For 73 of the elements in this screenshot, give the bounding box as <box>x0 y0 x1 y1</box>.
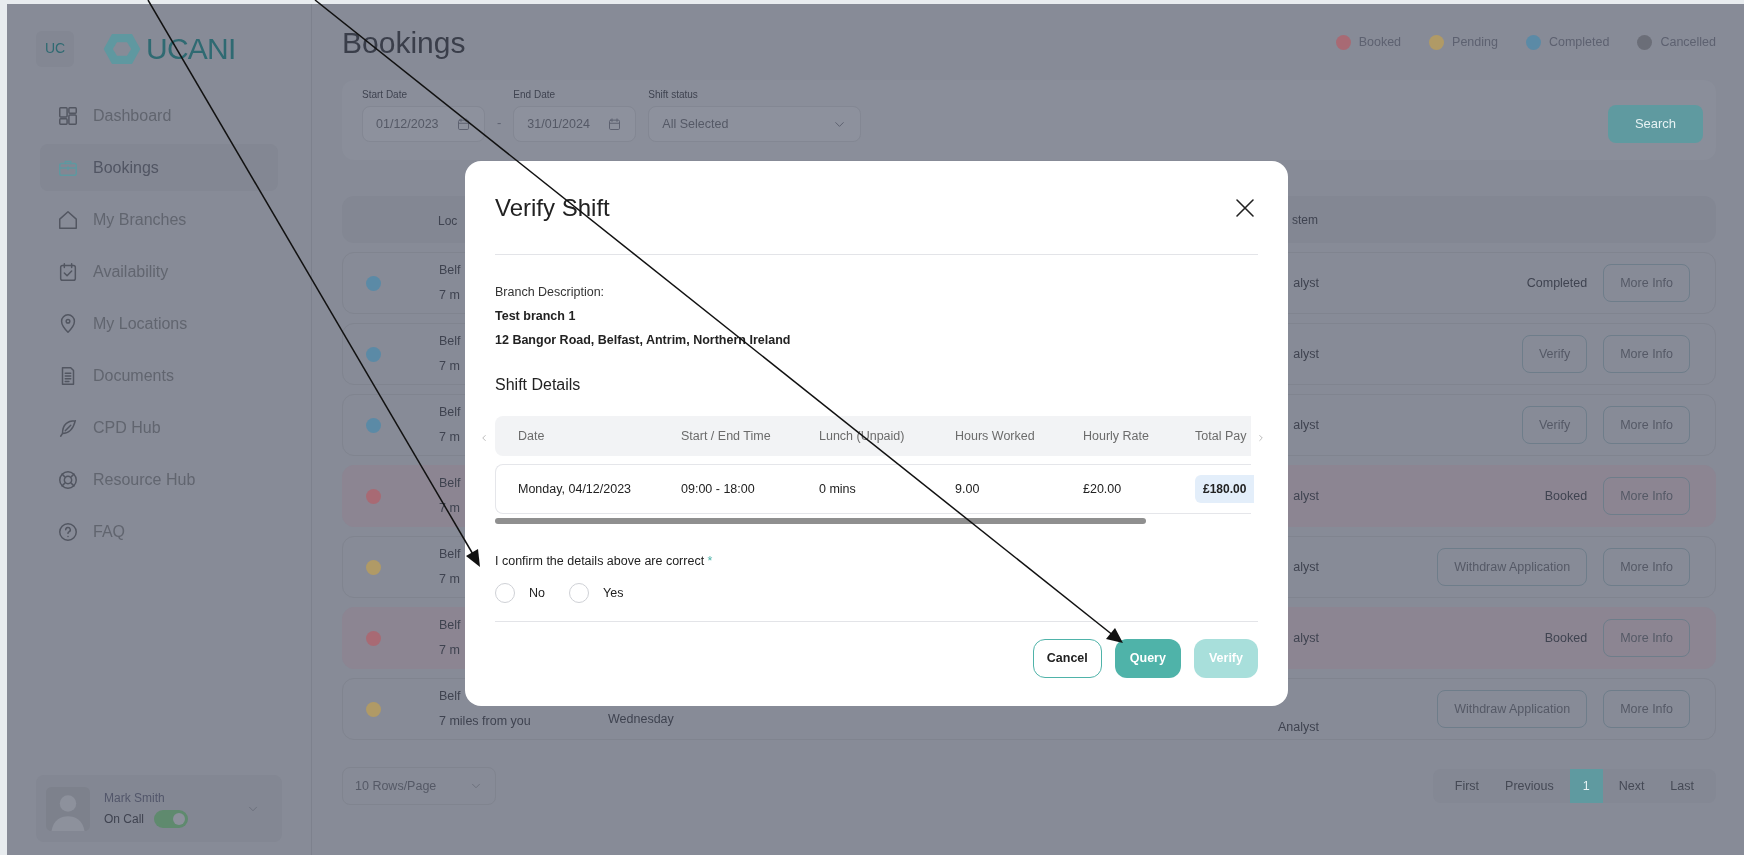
column-header: Start / End Time <box>681 427 772 445</box>
status-dropdown[interactable]: All Selected <box>648 106 862 142</box>
toggle-switch[interactable] <box>154 810 188 828</box>
pagination-button[interactable]: First <box>1444 769 1490 803</box>
initials-badge: UC <box>36 30 74 67</box>
user-status: On Call <box>104 811 144 828</box>
house-icon <box>57 208 79 231</box>
table-cell-text: Belf <box>439 617 461 635</box>
date-field[interactable]: 01/12/2023 <box>362 106 485 142</box>
status-label: Booked <box>1544 629 1588 647</box>
table-cell-text: 7 m <box>439 429 460 446</box>
table-cell-text: Belf <box>439 404 461 422</box>
status-label: Completed <box>1526 274 1588 292</box>
table-cell-text: 7 m <box>439 358 460 375</box>
table-cell-text: Belf <box>439 546 461 564</box>
radio-option[interactable]: No <box>495 583 545 603</box>
table-cell-text: Monday, 04/12/2023 <box>518 480 633 498</box>
radio-option[interactable]: Yes <box>569 583 624 603</box>
table-cell-text: 9.00 <box>955 480 981 498</box>
table-cell-text: 7 m <box>439 287 460 304</box>
calendar-icon <box>607 116 623 132</box>
dialog-button[interactable]: Query <box>1114 639 1181 678</box>
column-header: Total Pay <box>1195 427 1248 445</box>
table-cell-text: 7 m <box>439 642 460 659</box>
status-label: Booked <box>1544 487 1588 505</box>
column-header: Date <box>518 427 546 445</box>
column-header: Loc <box>438 213 458 228</box>
column-header: stem <box>1292 211 1318 229</box>
confirm-label: I confirm the details above are correct * <box>495 553 714 571</box>
table-cell-text: alyst <box>1293 487 1319 505</box>
lifebuoy-icon <box>57 468 79 491</box>
table-cell-text: Belf <box>439 688 461 706</box>
pagination-button[interactable]: 1 <box>1569 769 1603 803</box>
total-pay-badge: £180.00 <box>1195 475 1255 504</box>
pagination-button[interactable]: Next <box>1608 769 1655 803</box>
table-cell-text: 7 m <box>439 571 460 588</box>
search-button[interactable]: Search <box>1608 105 1703 143</box>
field-label: End Date <box>513 88 557 102</box>
pagination-button[interactable]: Last <box>1660 769 1704 803</box>
table-cell-text: Wednesday <box>608 711 674 729</box>
question-icon <box>57 520 79 543</box>
table-cell-text: alyst <box>1293 629 1319 647</box>
chevron-right-icon <box>1256 433 1266 444</box>
dashboard-icon <box>57 104 79 127</box>
date-separator: - <box>497 113 502 132</box>
date-field[interactable]: 31/01/2024 <box>513 106 637 142</box>
chevron-left-icon <box>479 433 489 444</box>
branch-label: Branch Description: <box>495 284 606 301</box>
table-cell-text: £20.00 <box>1083 480 1123 498</box>
table-cell-text: Belf <box>439 333 461 351</box>
table-cell-text: Belf <box>439 475 461 493</box>
table-cell-text: Belf <box>439 262 461 280</box>
radio-label: Yes <box>603 584 624 602</box>
column-header: Hourly Rate <box>1083 427 1150 445</box>
branch-name: Test branch 1 <box>495 307 577 325</box>
table-cell-text: 7 miles from you <box>439 713 531 730</box>
table-cell-text: alyst <box>1293 558 1319 576</box>
calendar-check-icon <box>57 260 79 283</box>
table-cell-text: alyst <box>1293 345 1319 363</box>
column-header: Hours Worked <box>955 427 1036 445</box>
pagination-button[interactable]: Previous <box>1495 769 1564 803</box>
radio-label: No <box>529 584 545 602</box>
table-cell-text: 0 mins <box>819 480 857 498</box>
section-heading: Shift Details <box>495 375 582 396</box>
table-cell-text: alyst <box>1293 416 1319 434</box>
table-cell-text: alyst <box>1293 274 1319 292</box>
field-label: Start Date <box>362 88 409 102</box>
field-label: Shift status <box>648 88 699 102</box>
calendar-icon <box>456 116 471 132</box>
table-cell-text: 09:00 - 18:00 <box>681 480 756 498</box>
horizontal-scrollbar[interactable] <box>495 518 1146 525</box>
table-cell-text: Analyst <box>1278 718 1319 736</box>
dialog-button[interactable]: Cancel <box>1032 639 1102 678</box>
